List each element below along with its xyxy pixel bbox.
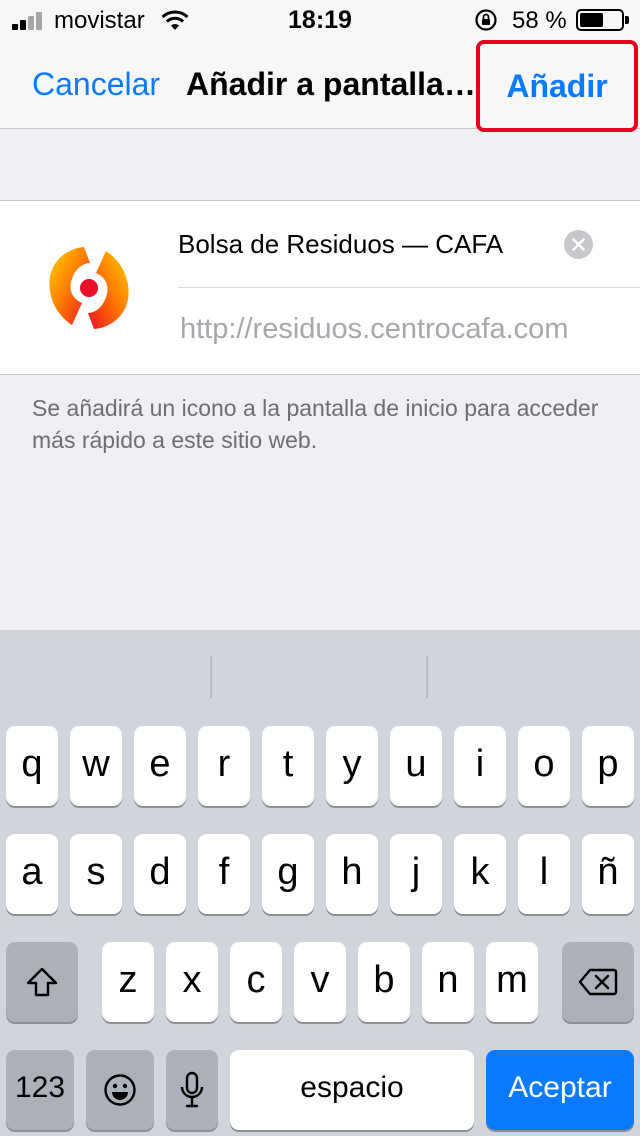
key-h[interactable]: h [326,834,378,914]
key-m[interactable]: m [486,942,538,1022]
key-t[interactable]: t [262,726,314,806]
suggestion-divider [210,656,212,698]
keyboard: q w e r t y u i o p a s d f g h j k l ñ … [0,630,640,1136]
key-b[interactable]: b [358,942,410,1022]
field-divider [178,287,640,288]
suggestion-divider [426,656,428,698]
bookmark-url: http://residuos.centrocafa.com [180,313,569,345]
key-o[interactable]: o [518,726,570,806]
return-key[interactable]: Aceptar [486,1050,634,1130]
space-key[interactable]: espacio [230,1050,474,1130]
rotation-lock-icon [474,8,498,32]
key-e[interactable]: e [134,726,186,806]
key-f[interactable]: f [198,834,250,914]
key-u[interactable]: u [390,726,442,806]
page-title: Añadir a pantalla de inicio [186,66,476,102]
battery-icon [576,9,629,31]
key-d[interactable]: d [134,834,186,914]
key-n[interactable]: n [422,942,474,1022]
cancel-button[interactable]: Cancelar [32,66,160,103]
key-v[interactable]: v [294,942,346,1022]
key-k[interactable]: k [454,834,506,914]
key-i[interactable]: i [454,726,506,806]
hint-text: Se añadirá un icono a la pantalla de ini… [32,395,599,453]
key-r[interactable]: r [198,726,250,806]
clear-text-icon[interactable] [564,230,593,259]
key-z[interactable]: z [102,942,154,1022]
backspace-key[interactable] [562,942,634,1022]
navigation-bar: Cancelar Añadir a pantalla de inicio Aña… [0,40,640,132]
numbers-key[interactable]: 123 [6,1050,74,1130]
shift-key[interactable] [6,942,78,1022]
key-l[interactable]: l [518,834,570,914]
key-x[interactable]: x [166,942,218,1022]
key-y[interactable]: y [326,726,378,806]
key-g[interactable]: g [262,834,314,914]
bookmark-title-field[interactable]: Bolsa de Residuos — CAFA [178,229,503,260]
key-p[interactable]: p [582,726,634,806]
key-q[interactable]: q [6,726,58,806]
add-button[interactable]: Añadir [476,40,638,132]
key-n-tilde[interactable]: ñ [582,834,634,914]
key-a[interactable]: a [6,834,58,914]
key-c[interactable]: c [230,942,282,1022]
key-w[interactable]: w [70,726,122,806]
key-j[interactable]: j [390,834,442,914]
dictation-key[interactable] [166,1050,218,1130]
battery-percentage: 58 % [512,7,567,34]
cafa-logo-icon [38,241,138,336]
key-s[interactable]: s [70,834,122,914]
bookmark-card: Bolsa de Residuos — CAFA http://residuos… [0,200,640,375]
status-bar: movistar 18:19 58 % [0,0,640,40]
emoji-key[interactable] [86,1050,154,1130]
